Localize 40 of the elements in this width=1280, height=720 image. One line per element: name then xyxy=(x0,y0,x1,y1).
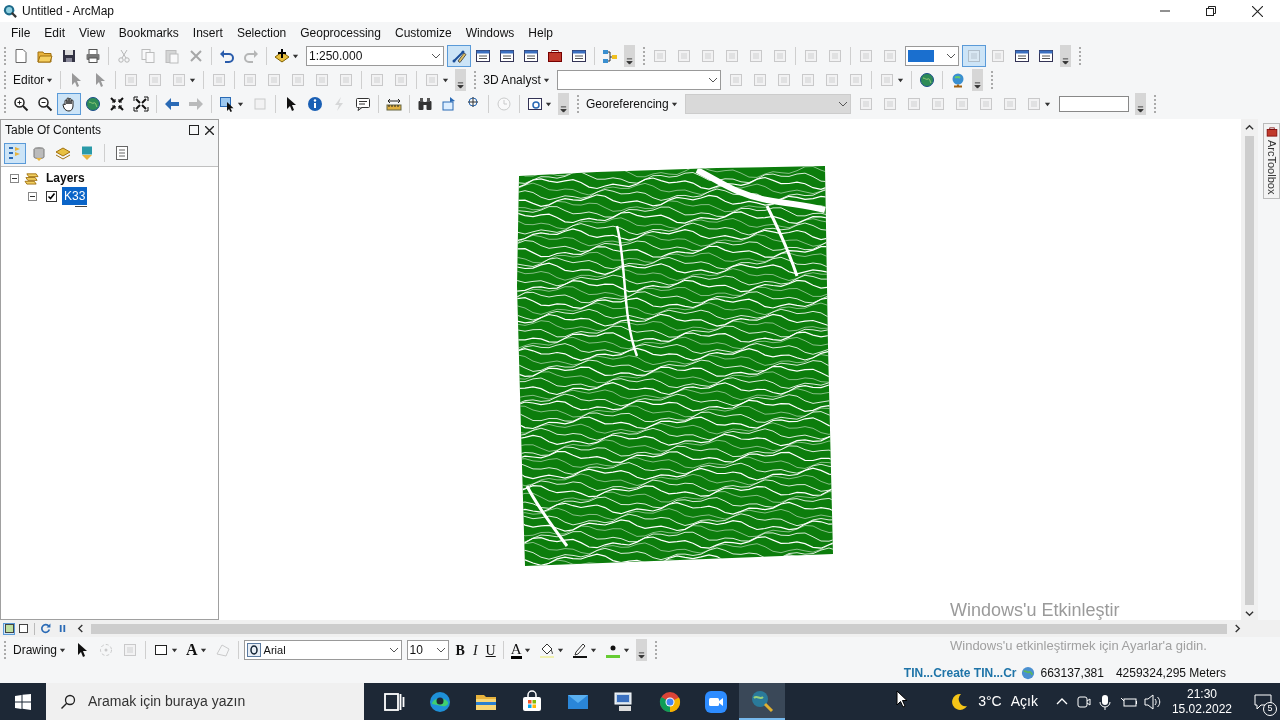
x-coordinate: 663137,381 xyxy=(1040,665,1104,682)
text-format-button[interactable]: A xyxy=(182,639,211,661)
panel-title: Table Of Contents xyxy=(5,122,102,139)
layer-name[interactable]: Layers xyxy=(44,169,87,187)
text-format-button[interactable]: B xyxy=(451,639,469,661)
toolbar-menu[interactable]: Georeferencing xyxy=(582,94,682,114)
text-format-button[interactable]: A xyxy=(506,639,535,661)
scale-field[interactable]: 1:250.000 xyxy=(306,46,444,66)
menu-item[interactable]: Windows xyxy=(458,22,522,44)
layer-name[interactable]: K33 xyxy=(62,187,88,205)
menu-item[interactable]: Customize xyxy=(387,22,459,44)
activation-message: Windows'u etkinleştirmek için Ayarlar'a gidin. xyxy=(950,637,1207,655)
tab-label: ArcToolbox xyxy=(1264,140,1279,195)
font-dropdown[interactable]: Arial xyxy=(243,640,402,660)
menu-item[interactable]: Edit xyxy=(37,22,73,44)
menu-item[interactable]: Bookmarks xyxy=(111,22,186,44)
notification-count: 5 xyxy=(1263,702,1277,716)
search-field[interactable]: Aramak için buraya yazın xyxy=(46,683,364,720)
activation-title: Windows'u Etkinleştir xyxy=(950,600,1121,620)
font-size-dropdown[interactable]: 10 xyxy=(406,640,449,660)
menu-item[interactable]: File xyxy=(4,22,38,44)
y-coordinate: 4259324,295 Meters xyxy=(1115,665,1226,682)
text-format-button[interactable]: U xyxy=(481,639,500,661)
clock-date[interactable]: 15.02.2022 xyxy=(1171,701,1232,717)
menu-item[interactable]: View xyxy=(72,22,112,44)
menu-item[interactable]: Geoprocessing xyxy=(293,22,388,44)
weather-text: Açık xyxy=(1010,692,1038,711)
menu-item[interactable]: Insert xyxy=(185,22,230,44)
toolbar-menu[interactable]: Editor xyxy=(9,70,58,90)
window-title: Untitled - ArcMap xyxy=(22,3,115,20)
text-format-button[interactable]: I xyxy=(468,639,482,661)
menu-item[interactable]: Selection xyxy=(229,22,294,44)
notification-button[interactable]: 5 xyxy=(1246,683,1280,720)
toolbar-menu[interactable]: 3D Analyst xyxy=(479,70,554,90)
toolbar-menu[interactable]: Drawing xyxy=(9,640,70,660)
status-message: TIN...Create TIN...Cr xyxy=(903,665,1017,682)
clock-time[interactable]: 21:30 xyxy=(1186,686,1217,702)
menu-item[interactable]: Help xyxy=(521,22,561,44)
temperature: 3°C xyxy=(978,692,1002,711)
arctoolbox-tab[interactable]: ArcToolbox xyxy=(1263,123,1280,200)
